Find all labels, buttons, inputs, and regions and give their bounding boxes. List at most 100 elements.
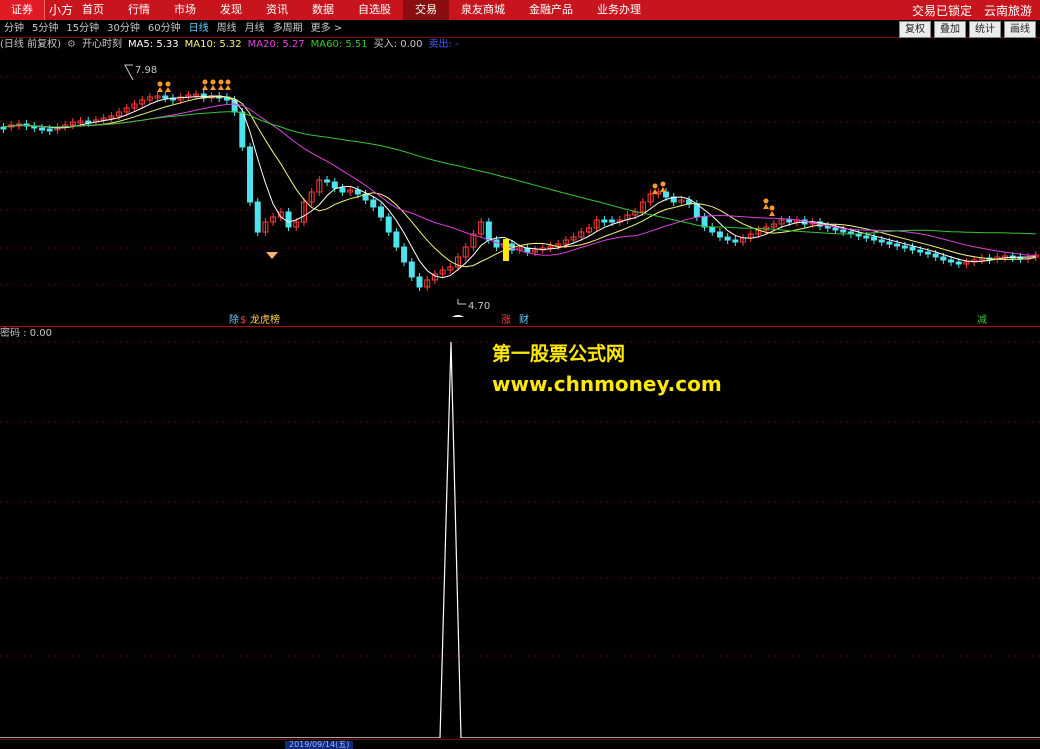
period-bar: 分钟 5分钟 15分钟 30分钟 60分钟 日线 周线 月线 多周期 更多 > 复权 叠加 统计 画线 — [0, 20, 1040, 38]
chart-tool-buttons: 复权 叠加 统计 画线 — [899, 21, 1036, 38]
period-tab[interactable]: 更多 > — [307, 20, 347, 37]
event-tag[interactable]: 龙虎榜 — [250, 313, 280, 326]
settings-icon[interactable]: ⚙ — [67, 38, 76, 52]
nav-item[interactable]: 交易 — [403, 0, 449, 20]
period-tab[interactable]: 60分钟 — [144, 20, 185, 37]
chart-tool-button[interactable]: 画线 — [1004, 21, 1036, 38]
chart-tool-button[interactable]: 复权 — [899, 21, 931, 38]
nav-item[interactable]: 资讯 — [254, 0, 300, 20]
candle — [894, 243, 901, 247]
adjust-mode-label[interactable]: (日线 前复权) — [0, 38, 61, 52]
candle — [401, 246, 408, 263]
candle — [871, 236, 878, 241]
signal-person-icon — [157, 81, 163, 87]
signal-person-icon — [165, 81, 171, 87]
nav-items: 首页 行情 市场 发现 资讯 数据 自选股 交易 泉友商城 金融产品 业务办理 — [70, 0, 653, 20]
signal-person-icon — [218, 85, 224, 90]
indicator-chart[interactable] — [0, 338, 1040, 738]
candle — [924, 251, 931, 255]
signal-person-icon — [218, 79, 224, 85]
period-tab[interactable]: 多周期 — [269, 20, 307, 37]
candle — [709, 226, 716, 233]
nav-item[interactable]: 泉友商城 — [449, 0, 517, 20]
candle — [863, 235, 870, 239]
price-chart[interactable]: 7.98 4.70 除 $ 龙虎榜 涨财 减 — [0, 52, 1040, 327]
period-tab[interactable]: 周线 — [213, 20, 241, 37]
candle — [39, 127, 46, 131]
candle — [840, 229, 847, 233]
buy-value: 买入: 0.00 — [373, 39, 423, 50]
top-right-status: 交易已锁定 云南旅游 — [912, 0, 1032, 20]
candle — [416, 276, 423, 288]
period-tab[interactable]: 30分钟 — [103, 20, 144, 37]
ma-lines — [3, 95, 1036, 279]
nav-item[interactable]: 金融产品 — [517, 0, 585, 20]
candle — [716, 231, 723, 238]
signal-person-icon — [225, 85, 231, 90]
candle — [485, 221, 492, 241]
signal-person-icon — [157, 87, 163, 92]
ma-legend: (日线 前复权) ⚙ 开心时刻 MA5: 5.33 MA10: 5.32 MA2… — [0, 38, 459, 52]
signal-person-icon — [210, 85, 216, 90]
nav-item[interactable]: 发现 — [208, 0, 254, 20]
candle — [239, 111, 246, 148]
event-tag[interactable]: 涨 — [501, 314, 511, 326]
signal-person-icon — [202, 85, 208, 90]
period-tabs: 分钟 5分钟 15分钟 30分钟 60分钟 日线 周线 月线 多周期 更多 > — [0, 20, 346, 37]
candle — [285, 211, 292, 228]
nav-item[interactable]: 业务办理 — [585, 0, 653, 20]
event-tag[interactable]: 减 — [977, 314, 987, 326]
nav-item[interactable]: 自选股 — [346, 0, 403, 20]
nav-item[interactable]: 数据 — [300, 0, 346, 20]
candle — [385, 216, 392, 233]
candle — [786, 219, 793, 223]
candle — [932, 253, 939, 258]
signal-person-icon — [769, 205, 775, 211]
trade-lock-status[interactable]: 交易已锁定 — [912, 2, 972, 19]
signal-person-icon — [210, 79, 216, 85]
ma60-value: MA60: 5.51 — [310, 39, 368, 50]
period-tab[interactable]: 月线 — [241, 20, 269, 37]
brand: 证券 小方 — [0, 0, 73, 20]
nav-item[interactable]: 行情 — [116, 0, 162, 20]
indicator-spike-line — [0, 341, 1040, 738]
ma10-value: MA10: 5.32 — [184, 39, 242, 50]
candle — [940, 256, 947, 261]
sell-value: 卖出: - — [428, 39, 459, 50]
event-tag[interactable]: 财 — [519, 313, 529, 326]
low-pointer — [457, 299, 466, 305]
candle — [601, 219, 608, 223]
period-tab[interactable]: 15分钟 — [62, 20, 103, 37]
signal-person-icon — [660, 181, 666, 187]
nav-item[interactable]: 首页 — [70, 0, 116, 20]
period-tab[interactable]: 5分钟 — [28, 20, 62, 37]
candle — [917, 249, 924, 253]
nav-item[interactable]: 市场 — [162, 0, 208, 20]
candle — [377, 206, 384, 218]
candle — [254, 201, 261, 233]
candle — [393, 231, 400, 248]
candle — [354, 189, 361, 195]
event-tag[interactable]: $ — [240, 315, 246, 326]
candle — [324, 179, 331, 183]
broker-logo: 证券 — [0, 0, 45, 20]
candle — [955, 261, 962, 265]
period-tab[interactable]: 日线 — [185, 20, 213, 37]
candle — [46, 128, 53, 132]
event-tag[interactable]: 除 — [229, 313, 239, 326]
indicator-name[interactable]: 开心时刻 — [82, 38, 122, 52]
signal-person-icon — [660, 187, 666, 192]
panel-divider — [0, 326, 1040, 327]
period-tab[interactable]: 分钟 — [0, 20, 28, 37]
chart-tool-button[interactable]: 统计 — [969, 21, 1001, 38]
signal-person-icon — [165, 87, 171, 92]
stock-name[interactable]: 云南旅游 — [984, 2, 1032, 19]
cap-icon — [452, 315, 464, 317]
candle — [609, 219, 616, 223]
highlight-candle — [503, 239, 509, 261]
candle — [663, 191, 670, 198]
candle — [832, 227, 839, 231]
chart-tool-button[interactable]: 叠加 — [934, 21, 966, 38]
chart-marks — [124, 64, 775, 317]
candle — [948, 259, 955, 263]
